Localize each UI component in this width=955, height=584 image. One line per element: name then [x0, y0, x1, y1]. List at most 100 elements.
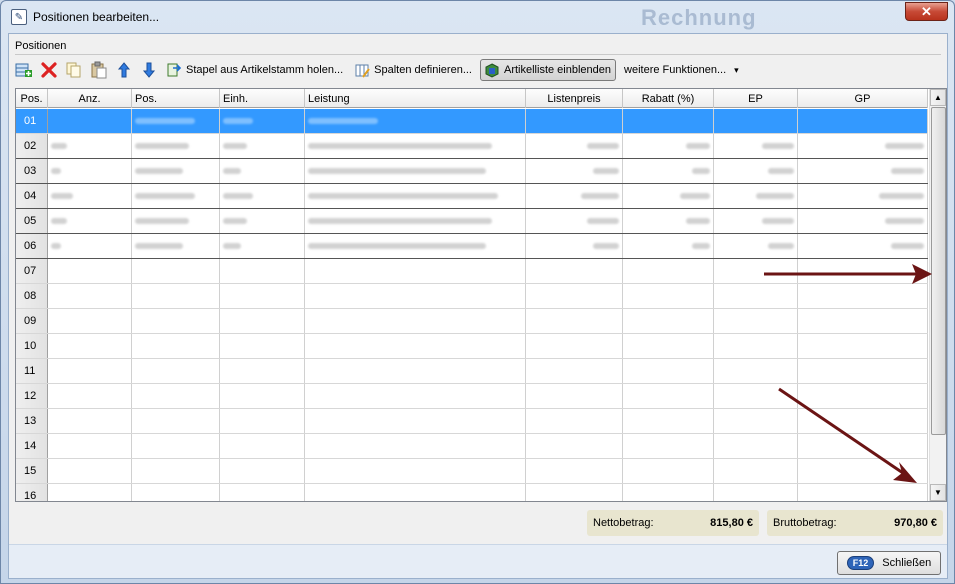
column-header-6[interactable]: Rabatt (%) [623, 89, 714, 108]
copy-icon[interactable] [63, 59, 85, 81]
artikelliste-toggle-button[interactable]: Artikelliste einblenden [480, 59, 617, 81]
move-down-icon[interactable] [138, 59, 160, 81]
table-cell[interactable] [220, 434, 305, 458]
table-cell[interactable] [132, 384, 220, 408]
table-cell[interactable] [798, 159, 928, 183]
paste-icon[interactable] [88, 59, 110, 81]
table-cell[interactable] [305, 184, 526, 208]
table-cell[interactable] [220, 359, 305, 383]
table-cell[interactable] [623, 209, 714, 233]
table-cell[interactable] [48, 159, 132, 183]
schliessen-button[interactable]: F12 Schließen [837, 551, 941, 575]
table-cell[interactable] [623, 284, 714, 308]
scroll-up-button[interactable]: ▲ [930, 89, 946, 106]
column-header-3[interactable]: Einh. [220, 89, 305, 108]
table-cell[interactable] [623, 109, 714, 133]
table-cell[interactable] [132, 409, 220, 433]
weitere-funktionen-dropdown[interactable]: weitere Funktionen... ▾ [620, 59, 743, 81]
table-cell[interactable] [48, 359, 132, 383]
table-cell[interactable] [220, 459, 305, 483]
window-close-button[interactable]: ✕ [905, 2, 948, 21]
table-cell[interactable] [132, 259, 220, 283]
table-row[interactable]: 03 [16, 159, 928, 184]
table-cell[interactable] [714, 434, 798, 458]
table-row[interactable]: 07 [16, 259, 928, 284]
table-cell[interactable] [714, 484, 798, 501]
table-cell[interactable] [714, 184, 798, 208]
table-cell[interactable] [48, 134, 132, 158]
spalten-button[interactable]: Spalten definieren... [351, 59, 476, 81]
table-cell[interactable] [623, 184, 714, 208]
table-cell[interactable] [798, 309, 928, 333]
table-cell[interactable] [526, 409, 623, 433]
table-cell[interactable] [526, 359, 623, 383]
table-cell[interactable] [798, 109, 928, 133]
table-cell[interactable] [48, 184, 132, 208]
table-cell[interactable] [798, 434, 928, 458]
table-cell[interactable] [305, 209, 526, 233]
table-cell[interactable] [526, 284, 623, 308]
table-cell[interactable] [714, 109, 798, 133]
table-cell[interactable] [305, 309, 526, 333]
table-cell[interactable] [48, 209, 132, 233]
table-row[interactable]: 15 [16, 459, 928, 484]
table-cell[interactable] [220, 409, 305, 433]
column-header-8[interactable]: GP [798, 89, 928, 108]
table-cell[interactable] [714, 459, 798, 483]
table-cell[interactable] [220, 334, 305, 358]
table-cell[interactable] [714, 259, 798, 283]
table-row[interactable]: 02 [16, 134, 928, 159]
table-cell[interactable] [132, 284, 220, 308]
table-cell[interactable] [305, 284, 526, 308]
table-cell[interactable] [48, 409, 132, 433]
table-cell[interactable] [623, 334, 714, 358]
table-cell[interactable] [714, 409, 798, 433]
table-cell[interactable] [132, 184, 220, 208]
table-row[interactable]: 04 [16, 184, 928, 209]
scroll-down-button[interactable]: ▼ [930, 484, 946, 501]
table-cell[interactable] [526, 159, 623, 183]
table-cell[interactable] [305, 109, 526, 133]
table-cell[interactable] [714, 359, 798, 383]
table-cell[interactable] [526, 484, 623, 501]
table-cell[interactable] [798, 359, 928, 383]
column-header-0[interactable]: Pos. [16, 89, 48, 108]
table-cell[interactable] [48, 459, 132, 483]
table-cell[interactable] [48, 434, 132, 458]
table-cell[interactable] [623, 409, 714, 433]
positions-grid[interactable]: Pos. Anz. Pos. Einh. Leistung Listenpreis Raba… [15, 88, 947, 502]
move-up-icon[interactable] [113, 59, 135, 81]
table-cell[interactable] [48, 484, 132, 501]
table-cell[interactable] [526, 309, 623, 333]
table-cell[interactable] [714, 234, 798, 258]
table-cell[interactable] [220, 309, 305, 333]
table-cell[interactable] [220, 109, 305, 133]
table-cell[interactable] [714, 334, 798, 358]
table-cell[interactable] [48, 334, 132, 358]
table-cell[interactable] [48, 234, 132, 258]
table-cell[interactable] [48, 259, 132, 283]
table-cell[interactable] [798, 234, 928, 258]
table-cell[interactable] [798, 384, 928, 408]
table-cell[interactable] [220, 259, 305, 283]
table-cell[interactable] [623, 234, 714, 258]
table-cell[interactable] [798, 284, 928, 308]
table-cell[interactable] [48, 284, 132, 308]
table-cell[interactable] [714, 209, 798, 233]
table-cell[interactable] [623, 359, 714, 383]
table-cell[interactable] [714, 134, 798, 158]
table-cell[interactable] [132, 134, 220, 158]
add-row-icon[interactable] [13, 59, 35, 81]
table-cell[interactable] [798, 209, 928, 233]
table-row[interactable]: 16 [16, 484, 928, 501]
delete-icon[interactable] [38, 59, 60, 81]
table-cell[interactable] [623, 309, 714, 333]
table-cell[interactable] [220, 484, 305, 501]
table-cell[interactable] [132, 209, 220, 233]
scroll-thumb[interactable] [931, 107, 946, 435]
table-cell[interactable] [623, 159, 714, 183]
table-cell[interactable] [220, 384, 305, 408]
table-cell[interactable] [526, 259, 623, 283]
table-cell[interactable] [526, 334, 623, 358]
table-cell[interactable] [220, 159, 305, 183]
